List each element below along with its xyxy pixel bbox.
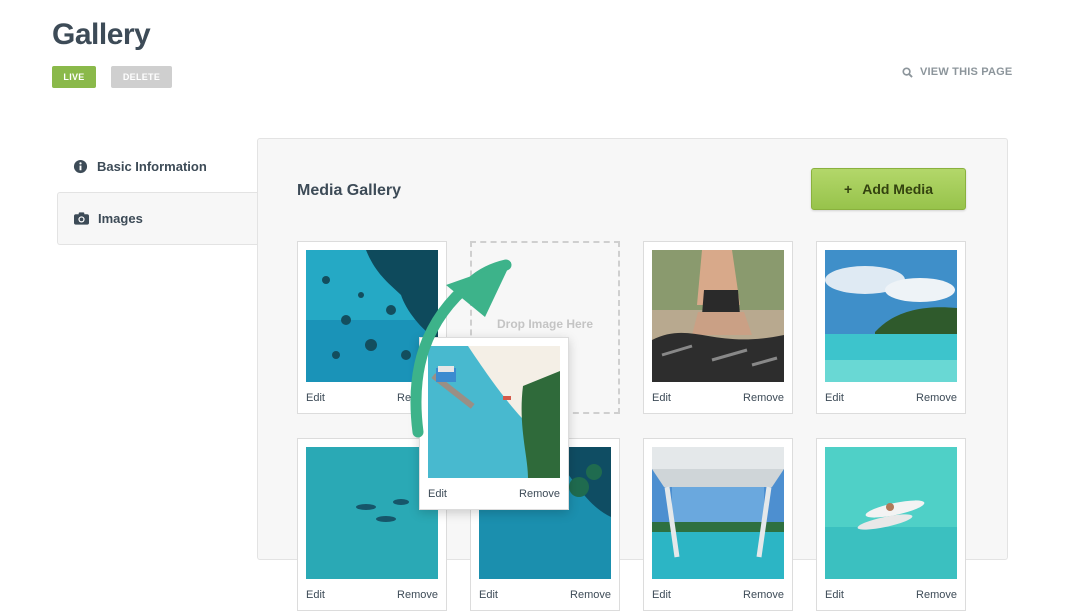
add-media-button[interactable]: + Add Media — [811, 168, 966, 210]
edit-link[interactable]: Edit — [825, 392, 844, 404]
camera-icon — [74, 211, 89, 226]
boat-view-image — [652, 447, 784, 579]
tab-basic-information[interactable]: Basic Information — [57, 140, 258, 192]
beach-pier-image — [428, 346, 560, 478]
tab-label: Basic Information — [97, 158, 207, 174]
drop-zone-label: Drop Image Here — [496, 316, 594, 331]
edit-link[interactable]: Edit — [652, 589, 671, 601]
live-badge[interactable]: LIVE — [52, 66, 96, 88]
remove-link[interactable]: Remove — [743, 392, 784, 404]
view-page-label: VIEW THIS PAGE — [920, 66, 1013, 78]
remove-link[interactable]: Remove — [916, 392, 957, 404]
yoga-meditation-image — [652, 250, 784, 382]
page-title: Gallery — [52, 18, 151, 51]
edit-link[interactable]: Edit — [479, 589, 498, 601]
remove-link[interactable]: Remove — [397, 589, 438, 601]
remove-link[interactable]: Remove — [570, 589, 611, 601]
paddleboards-image — [825, 447, 957, 579]
remove-link[interactable]: Remove — [743, 589, 784, 601]
plus-icon: + — [844, 181, 853, 197]
media-gallery-title: Media Gallery — [297, 182, 402, 199]
media-card[interactable]: Edit Remove — [643, 241, 793, 414]
edit-link[interactable]: Edit — [428, 488, 447, 500]
delete-button[interactable]: DELETE — [111, 66, 172, 88]
edit-link[interactable]: Edit — [825, 589, 844, 601]
view-page-link[interactable]: VIEW THIS PAGE — [902, 66, 1012, 78]
info-circle-icon — [73, 159, 88, 174]
edit-link[interactable]: Edit — [306, 589, 325, 601]
remove-link[interactable]: Remove — [519, 488, 560, 500]
tropical-island-image — [825, 250, 957, 382]
add-media-label: Add Media — [862, 181, 933, 197]
edit-link[interactable]: Edit — [306, 392, 325, 404]
search-icon — [902, 66, 913, 78]
media-card[interactable]: Edit Remove — [643, 438, 793, 611]
tab-label: Images — [98, 211, 143, 226]
media-card[interactable]: Edit Remove — [816, 438, 966, 611]
remove-link[interactable]: Remove — [916, 589, 957, 601]
edit-link[interactable]: Edit — [652, 392, 671, 404]
tab-images[interactable]: Images — [57, 192, 258, 245]
dragged-media-card[interactable]: Edit Remove — [419, 337, 569, 510]
media-card[interactable]: Edit Remove — [816, 241, 966, 414]
